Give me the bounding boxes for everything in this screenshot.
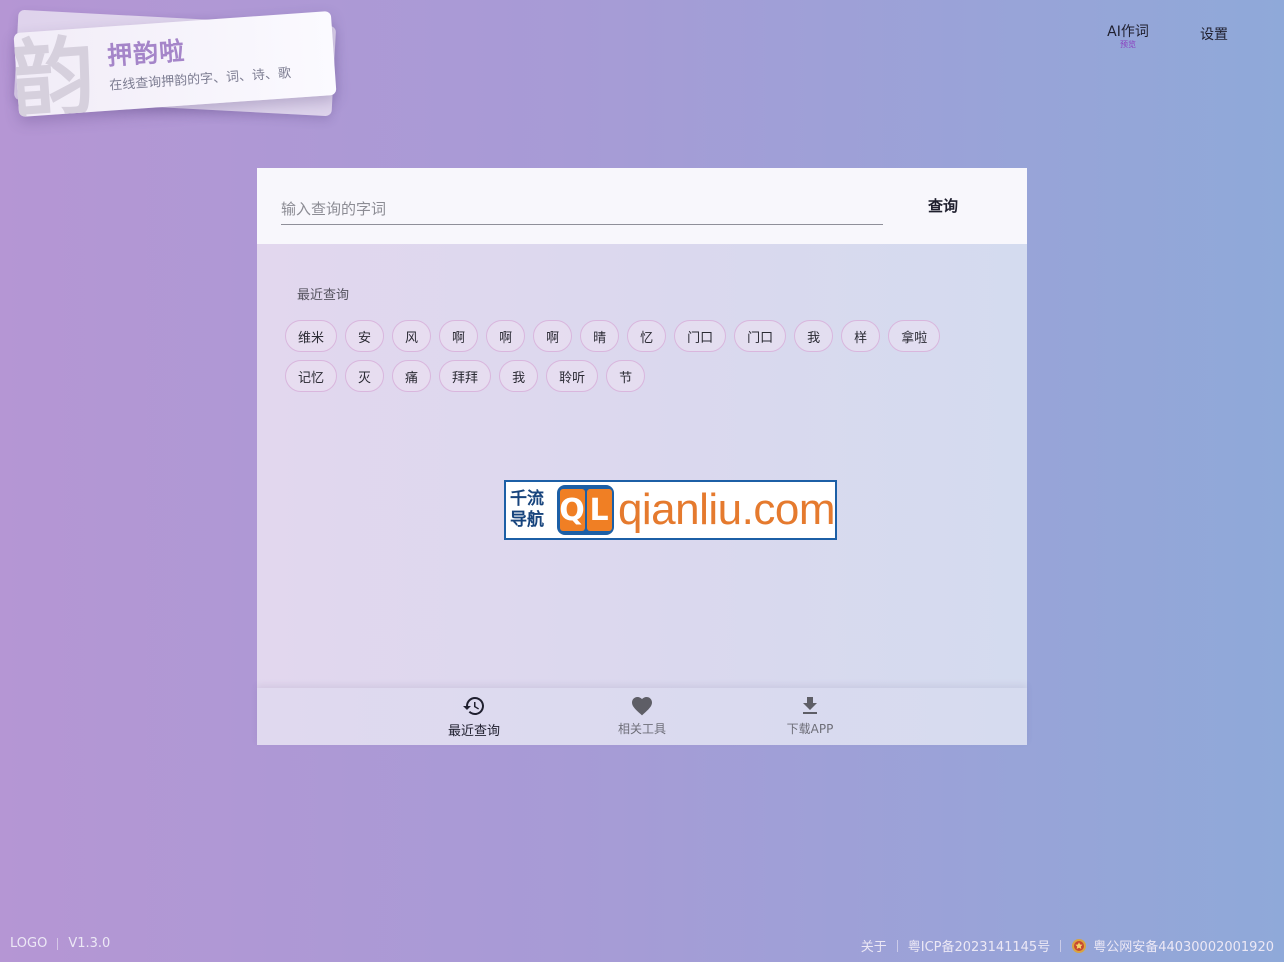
- footer-icp-link[interactable]: 粤ICP备2023141145号: [908, 936, 1050, 955]
- ad-cn-line2: 导航: [510, 510, 544, 530]
- recent-chip[interactable]: 维米: [285, 320, 338, 352]
- footer-about-link[interactable]: 关于: [861, 936, 887, 955]
- recent-chip[interactable]: 痛: [392, 360, 432, 392]
- footer-right: 关于 粤ICP备2023141145号 粤公网安备44030002001920: [861, 936, 1274, 955]
- recent-chip[interactable]: 我: [794, 320, 834, 352]
- recent-chip[interactable]: 啊: [533, 320, 573, 352]
- search-button[interactable]: 查询: [909, 190, 977, 220]
- recent-chip[interactable]: 晴: [580, 320, 620, 352]
- recent-chip[interactable]: 风: [392, 320, 432, 352]
- logo-glyph: 韵: [13, 25, 99, 117]
- tab-label: 相关工具: [617, 722, 666, 736]
- recent-queries-list: 维米 安 风 啊 啊 啊 晴 忆 门口 门口 我 样 拿啦 记忆 灭 痛 拜拜 …: [285, 320, 985, 392]
- footer-version: V1.3.0: [68, 936, 111, 951]
- tab-label: 最近查询: [447, 724, 500, 739]
- recent-chip[interactable]: 记忆: [285, 360, 338, 392]
- footer-left: LOGO V1.3.0: [10, 936, 110, 951]
- site-title: 押韵啦: [106, 36, 187, 71]
- recent-chip[interactable]: 啊: [439, 320, 479, 352]
- ad-ql-logo: Q L: [557, 485, 614, 535]
- heart-icon: [632, 697, 652, 716]
- footer-divider: [57, 937, 59, 950]
- recent-chip[interactable]: 节: [606, 360, 646, 392]
- nav-ai-lyrics-label: AI作词: [1107, 24, 1149, 40]
- ad-q-letter: Q: [559, 489, 585, 531]
- search-bar: 查询: [257, 168, 1027, 244]
- footer-police-link[interactable]: 粤公网安备44030002001920: [1093, 936, 1274, 955]
- tab-label: 下载APP: [786, 722, 834, 736]
- preview-badge: 预览: [1120, 40, 1136, 49]
- main-panel: 查询 最近查询 维米 安 风 啊 啊 啊 晴 忆 门口 门口 我 样 拿啦 记忆…: [257, 168, 1027, 745]
- footer-divider: [896, 939, 898, 952]
- recent-chip[interactable]: 拿啦: [888, 320, 941, 352]
- nav-settings[interactable]: 设置: [1200, 24, 1228, 44]
- recent-chip[interactable]: 门口: [674, 320, 727, 352]
- recent-chip[interactable]: 忆: [627, 320, 667, 352]
- tab-recent-queries[interactable]: 最近查询: [424, 694, 524, 740]
- recent-chip[interactable]: 样: [841, 320, 881, 352]
- recent-chip[interactable]: 我: [499, 360, 539, 392]
- history-icon: [463, 697, 484, 715]
- ad-domain: qianliu.com: [617, 485, 836, 534]
- ad-l-letter: L: [586, 489, 612, 531]
- tab-related-tools[interactable]: 相关工具: [592, 694, 692, 740]
- tab-download-app[interactable]: 下载APP: [760, 694, 860, 740]
- footer-divider: [1060, 939, 1062, 952]
- recent-queries-title: 最近查询: [297, 288, 350, 303]
- recent-chip[interactable]: 安: [345, 320, 385, 352]
- recent-chip[interactable]: 啊: [486, 320, 526, 352]
- recent-chip[interactable]: 门口: [734, 320, 787, 352]
- bottom-tab-bar: 最近查询 相关工具 下载APP: [257, 688, 1027, 745]
- download-icon: [803, 697, 817, 714]
- recent-chip[interactable]: 灭: [345, 360, 385, 392]
- recent-chip[interactable]: 聆听: [546, 360, 599, 392]
- nav-ai-lyrics[interactable]: AI作词 预览: [1104, 24, 1152, 49]
- ad-cn-line1: 千流: [510, 489, 544, 509]
- logo[interactable]: 韵 押韵啦 在线查询押韵的字、词、诗、歌: [12, 8, 342, 118]
- recent-chip[interactable]: 拜拜: [439, 360, 492, 392]
- ad-cn-text: 千流 导航: [510, 489, 555, 531]
- police-badge-icon: [1072, 938, 1087, 953]
- footer-logo-link[interactable]: LOGO: [10, 936, 47, 951]
- search-input[interactable]: [281, 194, 883, 225]
- ad-banner[interactable]: 千流 导航 Q L qianliu.com: [504, 480, 837, 540]
